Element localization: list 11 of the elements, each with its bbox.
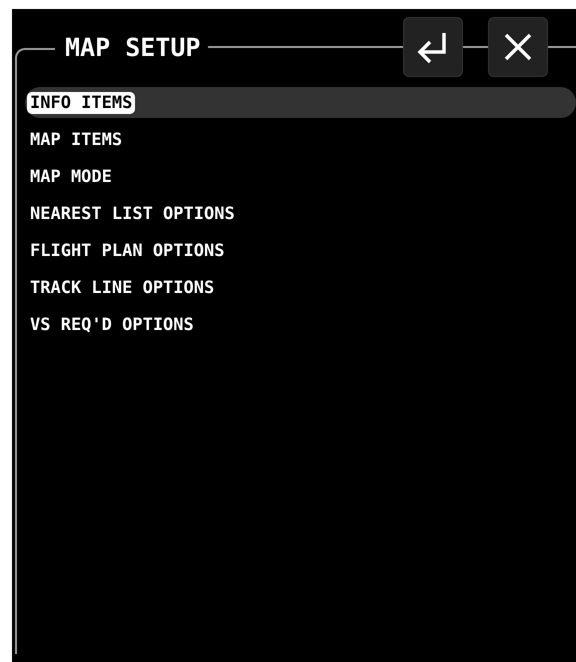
menu-item[interactable]: VS REQ'D OPTIONS — [25, 309, 576, 340]
enter-button[interactable] — [403, 17, 463, 77]
menu-item[interactable]: MAP MODE — [25, 161, 576, 192]
panel-title: MAP SETUP — [65, 32, 200, 62]
close-button[interactable] — [488, 17, 548, 77]
menu-item[interactable]: INFO ITEMS — [25, 87, 576, 118]
menu-item[interactable]: MAP ITEMS — [25, 124, 576, 155]
close-icon — [503, 32, 533, 62]
menu-item[interactable]: FLIGHT PLAN OPTIONS — [25, 235, 576, 266]
menu-item[interactable]: TRACK LINE OPTIONS — [25, 272, 576, 303]
menu-item[interactable]: NEAREST LIST OPTIONS — [25, 198, 576, 229]
